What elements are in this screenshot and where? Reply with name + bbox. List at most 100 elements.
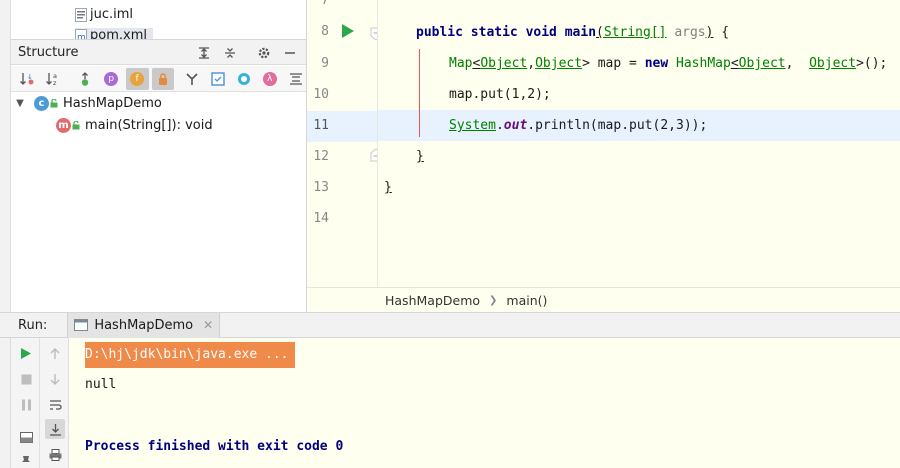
arrow-up-icon[interactable]: [45, 343, 65, 363]
breadcrumb-class[interactable]: HashMapDemo: [385, 293, 480, 308]
brace-close: }: [384, 180, 392, 195]
project-file-pom[interactable]: m pom.xml: [75, 28, 153, 41]
code-editor[interactable]: public static void main(String[] args) {…: [378, 0, 900, 287]
chevron-right-icon: ❯: [489, 294, 498, 306]
run-panel-header: Run: HashMapDemo ✕: [0, 312, 900, 338]
run-label: Run:: [18, 317, 48, 333]
code-line-10: map.put(1,2);: [378, 79, 900, 110]
navigate-sort-icon[interactable]: [284, 68, 306, 90]
tree-item-method[interactable]: m main(String[]): void: [11, 114, 306, 136]
project-file-label: juc.iml: [90, 7, 134, 22]
console-output-line: null: [85, 377, 117, 392]
code-text: .println(map.put(2,3));: [527, 118, 708, 133]
code-line-11: System.out.println(map.put(2,3));: [378, 110, 900, 141]
show-anonymous-icon[interactable]: [206, 68, 229, 90]
show-fields-icon[interactable]: f: [125, 67, 149, 90]
structure-tree: ▼ c HashMapDemo m main(String[]): void: [11, 92, 306, 136]
run-tab[interactable]: HashMapDemo ✕: [67, 312, 221, 338]
settings-gear-icon[interactable]: [253, 43, 275, 62]
iml-file-icon: [75, 7, 87, 22]
console-command-line[interactable]: D:\hj\jdk\bin\java.exe ...: [85, 342, 295, 368]
show-timestamp-icon[interactable]: [232, 68, 255, 90]
type-object: Object: [480, 56, 528, 71]
class-icon: c: [34, 95, 49, 111]
line-number: 9: [321, 56, 329, 71]
keyword-text: public static void: [416, 25, 565, 40]
type-object: Object: [738, 56, 786, 71]
paren-open: (: [596, 25, 604, 40]
sort-alphabetically-icon[interactable]: az: [42, 68, 65, 90]
scroll-to-end-icon[interactable]: [45, 419, 65, 439]
type-object: Object: [535, 56, 583, 71]
stop-icon[interactable]: [16, 369, 36, 389]
line-number: 7: [321, 0, 329, 8]
param-name: args: [674, 25, 706, 40]
param-type: String[]: [603, 25, 667, 40]
show-non-public-icon[interactable]: [151, 67, 175, 90]
line-number-current: 11: [313, 118, 329, 133]
ctor-end-text: >();: [856, 56, 888, 71]
keyword-new: new: [644, 56, 677, 71]
run-tab-label: HashMapDemo: [94, 317, 194, 333]
pause-icon[interactable]: [16, 395, 36, 415]
hide-panel-icon[interactable]: [279, 43, 301, 62]
pin-tab-icon[interactable]: [16, 451, 36, 468]
arrow-down-icon[interactable]: [45, 369, 65, 389]
show-properties-icon[interactable]: p: [100, 68, 123, 90]
svg-text:m: m: [77, 33, 86, 41]
method-icon: m: [56, 117, 71, 133]
show-lambdas-icon[interactable]: λ: [258, 68, 281, 90]
tree-item-label: HashMapDemo: [63, 95, 162, 111]
code-line-12: }: [378, 141, 900, 172]
type-object: Object: [809, 56, 857, 71]
public-access-icon: [72, 120, 80, 129]
chevron-down-icon[interactable]: ▼: [14, 98, 26, 109]
tree-item-label: main(String[]): void: [85, 117, 213, 133]
run-controls: [11, 338, 40, 468]
run-main-icon[interactable]: [341, 23, 355, 39]
comma-text: ,: [527, 56, 536, 71]
type-map: Map: [449, 56, 473, 71]
structure-toolbar: ↓ az p f λ: [11, 66, 306, 92]
close-icon[interactable]: ✕: [203, 318, 213, 332]
dot-text: .: [495, 118, 504, 133]
show-inherited-icon[interactable]: [74, 68, 97, 90]
brace-open: {: [713, 25, 730, 40]
left-panel: juc.iml m pom.xml Structure ↓ a z p f λ …: [11, 0, 307, 312]
assign-text: > map =: [582, 56, 645, 71]
expand-all-icon[interactable]: [193, 43, 215, 62]
class-system: System: [449, 118, 496, 133]
sort-by-visibility-icon[interactable]: ↓: [16, 68, 39, 90]
console-exit-message: Process finished with exit code 0: [85, 439, 344, 454]
print-icon[interactable]: [45, 445, 65, 465]
public-access-icon: [50, 98, 58, 107]
console-output[interactable]: D:\hj\jdk\bin\java.exe ... null Process …: [70, 338, 900, 468]
editor-gutter: 7 8 9 10 11 12 13 14 11: [307, 0, 382, 287]
static-field-out: out: [503, 118, 528, 133]
breadcrumb-method[interactable]: main(): [506, 293, 547, 308]
line-number: 14: [313, 211, 329, 226]
structure-title: Structure: [18, 44, 79, 60]
console-controls: [40, 338, 69, 468]
soft-wrap-icon[interactable]: [45, 395, 65, 415]
structure-header: Structure: [11, 40, 306, 65]
code-text: map.put(1,2);: [449, 87, 551, 102]
code-line-13: }: [378, 172, 900, 203]
restore-layout-icon[interactable]: [16, 427, 36, 447]
project-file-iml[interactable]: juc.iml: [75, 7, 133, 22]
tree-item-class[interactable]: ▼ c HashMapDemo: [11, 92, 306, 114]
collapse-all-icon[interactable]: [219, 43, 241, 62]
rerun-icon[interactable]: [16, 343, 36, 363]
svg-text:z: z: [53, 79, 57, 87]
type-hashmap: HashMap: [676, 56, 731, 71]
line-number: 8: [321, 24, 329, 39]
run-config-icon: [74, 319, 89, 331]
line-number: 12: [313, 149, 329, 164]
project-file-label: pom.xml: [90, 28, 147, 40]
indent-guide: [419, 49, 420, 137]
show-hierarchy-icon[interactable]: [180, 68, 203, 90]
comma-text: ,: [785, 56, 810, 71]
maven-file-icon: m: [75, 28, 87, 41]
left-tool-strip: [0, 0, 11, 468]
